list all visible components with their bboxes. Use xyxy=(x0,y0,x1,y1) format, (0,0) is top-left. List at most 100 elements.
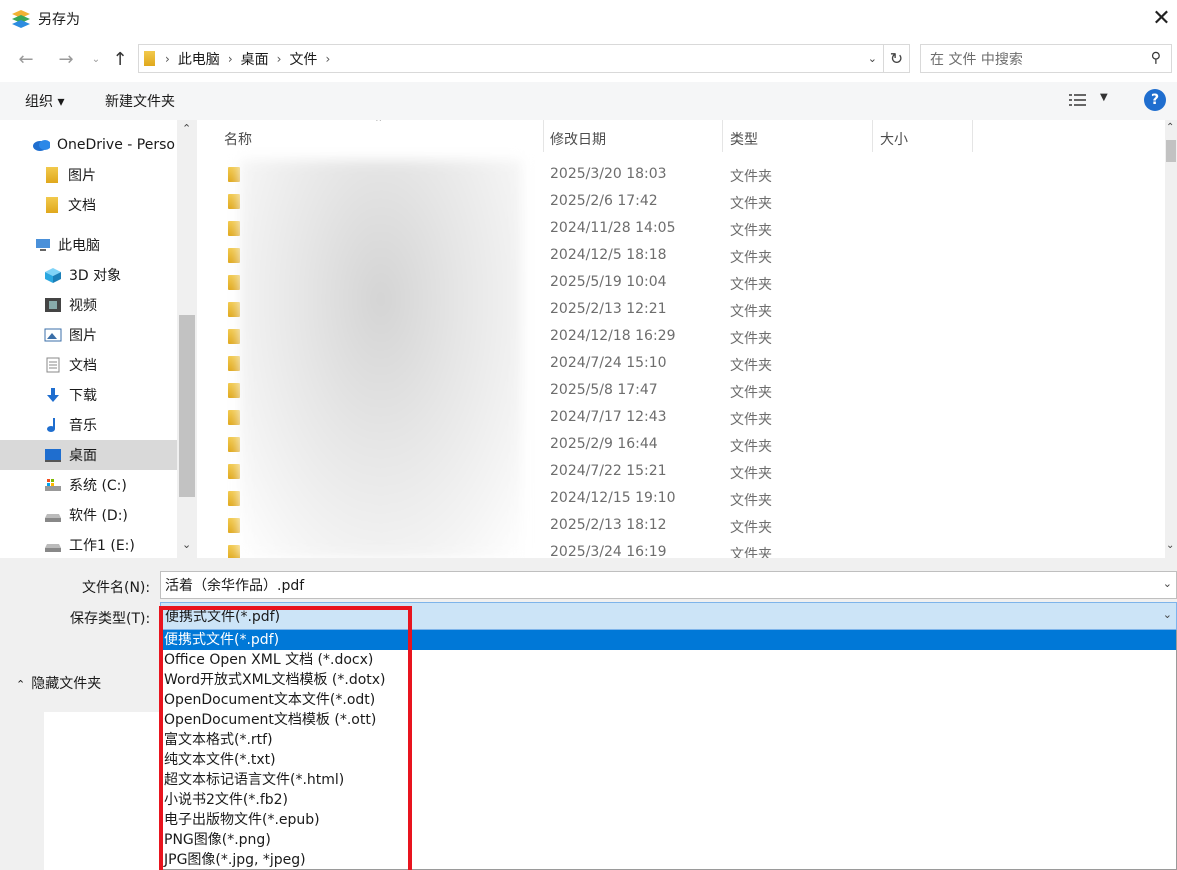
nav-item-3d-objects[interactable]: 3D 对象 xyxy=(44,260,121,290)
up-button[interactable]: ↑ xyxy=(108,46,132,72)
arrow-up-icon: ↑ xyxy=(112,48,128,70)
view-options-icon[interactable] xyxy=(1068,92,1088,108)
folder-icon xyxy=(228,221,240,236)
chevron-up-icon: ⌃ xyxy=(16,678,26,691)
nav-item-pictures-onedrive[interactable]: 图片 xyxy=(44,160,96,190)
scroll-down-icon[interactable]: ⌄ xyxy=(1166,540,1174,551)
nav-item-drive-e[interactable]: 工作1 (E:) xyxy=(44,530,135,558)
column-header-type[interactable]: 类型 xyxy=(730,129,758,149)
breadcrumb-separator-icon: › xyxy=(227,51,233,66)
pictures-icon xyxy=(44,328,62,342)
cube-3d-icon xyxy=(45,268,61,283)
view-dropdown-icon[interactable]: ▼ xyxy=(1100,92,1108,103)
address-bar[interactable]: › 此电脑 › 桌面 › 文件 › ⌄ xyxy=(138,44,884,73)
nav-item-drive-c[interactable]: 系统 (C:) xyxy=(44,470,127,500)
folder-icon xyxy=(228,302,240,317)
folder-icon xyxy=(228,491,240,506)
nav-item-videos[interactable]: 视频 xyxy=(44,290,97,320)
search-placeholder: 在 文件 中搜索 xyxy=(930,51,1023,68)
breadcrumb-separator-icon: › xyxy=(165,51,170,66)
column-header-date[interactable]: 修改日期 xyxy=(550,129,606,149)
refresh-icon: ↻ xyxy=(889,49,904,68)
nav-item-desktop[interactable]: 桌面 xyxy=(0,440,177,470)
dropdown-option-docx[interactable]: Office Open XML 文档 (*.docx) xyxy=(161,650,1176,670)
drive-c-icon xyxy=(45,479,61,491)
dropdown-option-txt[interactable]: 纯文本文件(*.txt) xyxy=(161,750,1176,770)
nav-item-documents[interactable]: 文档 xyxy=(44,350,97,380)
app-logo-icon xyxy=(12,10,30,28)
scroll-down-icon[interactable]: ⌄ xyxy=(182,538,191,551)
folder-icon xyxy=(46,197,58,213)
filename-value: 活着（余华作品）.pdf xyxy=(165,578,305,594)
nav-item-music[interactable]: 音乐 xyxy=(44,410,97,440)
nav-item-pictures[interactable]: 图片 xyxy=(44,320,97,350)
dropdown-option-rtf[interactable]: 富文本格式(*.rtf) xyxy=(161,730,1176,750)
breadcrumb-files[interactable]: 文件 xyxy=(283,49,323,69)
chevron-down-icon[interactable]: ⌄ xyxy=(1163,577,1172,590)
dropdown-option-dotx[interactable]: Word开放式XML文档模板 (*.dotx) xyxy=(161,670,1176,690)
save-type-dropdown: 便携式文件(*.pdf) Office Open XML 文档 (*.docx)… xyxy=(160,630,1177,870)
address-dropdown-icon[interactable]: ⌄ xyxy=(868,52,877,65)
save-type-select[interactable]: 便携式文件(*.pdf) ⌄ xyxy=(160,602,1177,630)
dropdown-option-jpg[interactable]: JPG图像(*.jpg, *jpeg) xyxy=(161,850,1176,869)
new-folder-button[interactable]: 新建文件夹 xyxy=(105,91,175,111)
dropdown-option-epub[interactable]: 电子出版物文件(*.epub) xyxy=(161,810,1176,830)
scroll-up-icon[interactable]: ⌃ xyxy=(1166,122,1174,133)
nav-scrollbar[interactable]: ⌃ ⌄ xyxy=(177,120,197,558)
video-icon xyxy=(45,298,61,312)
filename-field[interactable]: 活着（余华作品）.pdf ⌄ xyxy=(160,571,1177,599)
breadcrumb-separator-icon: › xyxy=(325,51,331,66)
chevron-down-icon: ⌄ xyxy=(91,53,101,65)
folder-icon xyxy=(228,518,240,533)
nav-item-drive-d[interactable]: 软件 (D:) xyxy=(44,500,128,530)
title-bar xyxy=(0,0,1177,38)
breadcrumb-separator-icon: › xyxy=(276,51,282,66)
file-scrollbar-thumb[interactable] xyxy=(1166,140,1176,162)
dropdown-option-pdf[interactable]: 便携式文件(*.pdf) xyxy=(161,630,1176,650)
document-icon xyxy=(46,357,60,373)
column-divider[interactable] xyxy=(872,120,873,152)
column-divider[interactable] xyxy=(543,120,544,152)
folder-icon xyxy=(228,194,240,209)
sort-ascending-icon: ⌃ xyxy=(374,120,384,129)
refresh-button[interactable]: ↻ xyxy=(884,44,910,73)
search-input[interactable]: 在 文件 中搜索 ⚲ xyxy=(920,44,1172,73)
nav-scrollbar-thumb[interactable] xyxy=(179,315,195,497)
column-divider[interactable] xyxy=(722,120,723,152)
hide-folders-toggle[interactable]: ⌃ 隐藏文件夹 xyxy=(16,673,101,693)
breadcrumb-desktop[interactable]: 桌面 xyxy=(235,49,275,69)
background-region xyxy=(44,712,160,870)
nav-item-downloads[interactable]: 下载 xyxy=(44,380,97,410)
navigation-pane: OneDrive - Perso 图片 文档 此电脑 3D 对象 视频 图片 文… xyxy=(0,120,197,558)
chevron-down-icon[interactable]: ⌄ xyxy=(1163,608,1172,621)
scroll-up-icon[interactable]: ⌃ xyxy=(182,122,191,135)
column-divider[interactable] xyxy=(972,120,973,152)
dropdown-option-odt[interactable]: OpenDocument文本文件(*.odt) xyxy=(161,690,1176,710)
column-header-name[interactable]: 名称 xyxy=(224,129,252,149)
help-icon: ? xyxy=(1150,92,1160,108)
breadcrumb-this-pc[interactable]: 此电脑 xyxy=(172,49,226,69)
folder-icon xyxy=(46,167,58,183)
search-icon: ⚲ xyxy=(1150,50,1161,66)
back-button[interactable]: ← xyxy=(14,46,38,72)
dropdown-option-png[interactable]: PNG图像(*.png) xyxy=(161,830,1176,850)
close-button[interactable]: ✕ xyxy=(1146,2,1177,34)
dropdown-option-ott[interactable]: OpenDocument文档模板 (*.ott) xyxy=(161,710,1176,730)
dropdown-option-fb2[interactable]: 小说书2文件(*.fb2) xyxy=(161,790,1176,810)
dropdown-option-html[interactable]: 超文本标记语言文件(*.html) xyxy=(161,770,1176,790)
folder-icon xyxy=(228,275,240,290)
save-type-value: 便携式文件(*.pdf) xyxy=(165,609,281,625)
onedrive-icon xyxy=(33,140,50,151)
folder-icon xyxy=(228,356,240,371)
forward-button[interactable]: → xyxy=(54,46,78,72)
nav-item-onedrive[interactable]: OneDrive - Perso xyxy=(32,130,175,160)
recent-locations-button[interactable]: ⌄ xyxy=(84,46,108,72)
arrow-left-icon: ← xyxy=(18,48,34,70)
nav-item-this-pc[interactable]: 此电脑 xyxy=(34,230,100,260)
desktop-icon xyxy=(45,449,61,462)
column-header-size[interactable]: 大小 xyxy=(880,129,908,149)
help-button[interactable]: ? xyxy=(1144,89,1166,111)
nav-item-documents-onedrive[interactable]: 文档 xyxy=(44,190,96,220)
file-list-scrollbar[interactable]: ⌃ ⌄ xyxy=(1165,120,1177,558)
organize-button[interactable]: 组织 ▾ xyxy=(25,91,64,111)
